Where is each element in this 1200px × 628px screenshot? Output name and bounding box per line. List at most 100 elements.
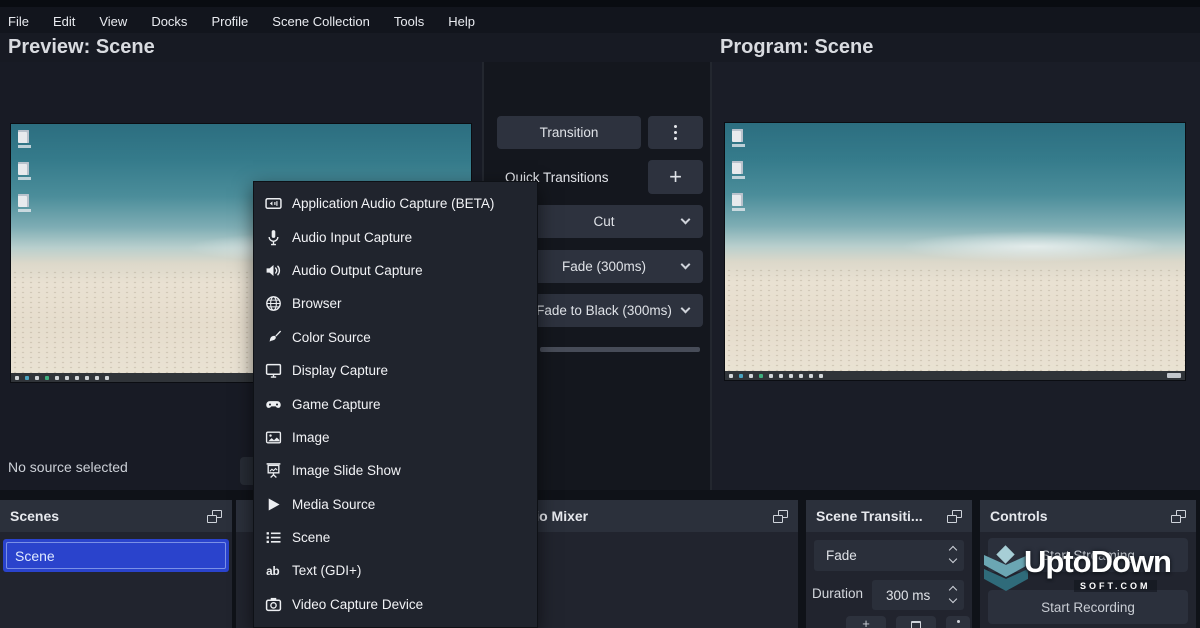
chevron-down-icon xyxy=(681,215,691,225)
desktop-icons xyxy=(18,130,31,212)
trash-icon xyxy=(911,621,921,628)
audio-mixer-header: Audio Mixer xyxy=(498,500,798,532)
menu-item-scene[interactable]: Scene xyxy=(254,521,537,554)
uptodown-watermark: UptoDown SOFT.COM xyxy=(982,540,1194,596)
quick-transition-add-button[interactable]: + xyxy=(648,160,703,194)
transition-properties-button-partial[interactable] xyxy=(946,616,970,628)
spinner-arrows-icon[interactable] xyxy=(950,547,956,562)
menu-tools[interactable]: Tools xyxy=(394,14,424,29)
controls-header: Controls xyxy=(980,500,1196,532)
add-transition-button-partial[interactable]: + xyxy=(846,616,886,628)
transitions-scrollbar[interactable] xyxy=(540,347,700,352)
menu-item-label: Text (GDI+) xyxy=(292,563,361,578)
menu-item-label: Image xyxy=(292,430,330,445)
menu-help[interactable]: Help xyxy=(448,14,475,29)
duration-label: Duration xyxy=(812,586,863,601)
program-title: Program: Scene xyxy=(720,36,873,59)
popout-icon[interactable] xyxy=(773,510,788,523)
scene-list-item-selected[interactable]: Scene xyxy=(3,539,229,572)
menu-item-media-source[interactable]: Media Source xyxy=(254,488,537,521)
combo-value: Fade (300ms) xyxy=(562,259,646,274)
menu-item-label: Display Capture xyxy=(292,363,388,378)
menu-item-label: Scene xyxy=(292,530,330,545)
combo-value: Cut xyxy=(593,214,614,229)
video-capture-icon xyxy=(265,596,282,613)
duration-spinbox[interactable]: 300 ms xyxy=(872,580,964,610)
scene-transitions-panel: Scene Transiti... Fade Duration 300 ms + xyxy=(806,500,972,628)
combo-value: Fade to Black (300ms) xyxy=(536,303,672,318)
popout-icon[interactable] xyxy=(947,510,962,523)
display-capture-icon xyxy=(265,362,282,379)
spinner-arrows-icon[interactable] xyxy=(950,587,956,602)
text-gdi-icon: ab xyxy=(265,562,282,579)
menu-bar: File Edit View Docks Profile Scene Colle… xyxy=(0,0,1200,33)
menu-item-color-source[interactable]: Color Source xyxy=(254,321,537,354)
dot-icon xyxy=(957,620,960,623)
menu-item-image[interactable]: Image xyxy=(254,421,537,454)
svg-text:ab: ab xyxy=(266,565,280,578)
menu-scene-collection[interactable]: Scene Collection xyxy=(272,14,370,29)
image-slideshow-icon xyxy=(265,462,282,479)
menu-edit[interactable]: Edit xyxy=(53,14,75,29)
menu-item-audio-output-capture[interactable]: Audio Output Capture xyxy=(254,254,537,287)
remove-transition-button-partial[interactable] xyxy=(896,616,936,628)
watermark-subtitle: SOFT.COM xyxy=(1074,580,1157,592)
menu-item-vlc-video-source[interactable]: VLC Video Source xyxy=(254,621,537,628)
duration-value: 300 ms xyxy=(886,588,930,603)
scene-transitions-header: Scene Transiti... xyxy=(806,500,972,532)
divider xyxy=(710,62,712,490)
menu-item-application-audio-capture[interactable]: Application Audio Capture (BETA) xyxy=(254,187,537,220)
app-audio-capture-icon xyxy=(265,195,282,212)
menu-item-display-capture[interactable]: Display Capture xyxy=(254,354,537,387)
menu-item-video-capture-device[interactable]: Video Capture Device xyxy=(254,588,537,621)
menu-docks[interactable]: Docks xyxy=(151,14,187,29)
menu-item-label: Game Capture xyxy=(292,397,381,412)
menu-item-text-gdi[interactable]: ab Text (GDI+) xyxy=(254,554,537,587)
transition-value: Fade xyxy=(826,548,857,563)
menu-item-label: Audio Input Capture xyxy=(292,230,412,245)
menu-item-label: Media Source xyxy=(292,497,375,512)
popout-icon[interactable] xyxy=(1171,510,1186,523)
chevron-down-icon xyxy=(681,304,691,314)
image-icon xyxy=(265,429,282,446)
audio-input-icon xyxy=(265,229,282,246)
menu-file[interactable]: File xyxy=(8,14,29,29)
vertical-dots-icon xyxy=(674,125,677,140)
menu-item-label: Browser xyxy=(292,296,342,311)
desktop-taskbar xyxy=(725,371,1185,380)
obs-window: File Edit View Docks Profile Scene Colle… xyxy=(0,0,1200,628)
controls-title: Controls xyxy=(990,508,1048,524)
uptodown-logo-icon xyxy=(984,548,1028,590)
audio-output-icon xyxy=(265,262,282,279)
popout-icon[interactable] xyxy=(207,510,222,523)
menu-item-audio-input-capture[interactable]: Audio Input Capture xyxy=(254,220,537,253)
status-text: No source selected xyxy=(8,459,128,475)
menu-item-label: Image Slide Show xyxy=(292,463,401,478)
add-source-context-menu: Application Audio Capture (BETA) Audio I… xyxy=(253,181,538,628)
scene-transitions-title: Scene Transiti... xyxy=(816,508,923,524)
game-capture-icon xyxy=(265,396,282,413)
program-video[interactable] xyxy=(724,122,1186,381)
menu-item-label: Color Source xyxy=(292,330,371,345)
menu-item-label: Audio Output Capture xyxy=(292,263,423,278)
scene-transition-select[interactable]: Fade xyxy=(814,540,964,571)
menu-item-image-slide-show[interactable]: Image Slide Show xyxy=(254,454,537,487)
browser-icon xyxy=(265,295,282,312)
menu-item-label: Video Capture Device xyxy=(292,597,423,612)
menu-item-game-capture[interactable]: Game Capture xyxy=(254,387,537,420)
menu-profile[interactable]: Profile xyxy=(211,14,248,29)
scenes-title: Scenes xyxy=(10,508,59,524)
transition-button[interactable]: Transition xyxy=(497,116,641,149)
audio-mixer-panel: Audio Mixer xyxy=(498,500,798,628)
scenes-panel-header: Scenes xyxy=(0,500,232,532)
menu-view[interactable]: View xyxy=(99,14,127,29)
transition-more-button[interactable] xyxy=(648,116,703,149)
preview-title: Preview: Scene xyxy=(8,36,155,59)
chevron-down-icon xyxy=(681,260,691,270)
media-source-icon xyxy=(265,496,282,513)
scenes-panel: Scenes Scene xyxy=(0,500,232,628)
menu-item-browser[interactable]: Browser xyxy=(254,287,537,320)
menu-item-label: Application Audio Capture (BETA) xyxy=(292,196,494,211)
desktop-icons xyxy=(732,129,745,211)
watermark-brand: UptoDown xyxy=(1024,544,1171,580)
